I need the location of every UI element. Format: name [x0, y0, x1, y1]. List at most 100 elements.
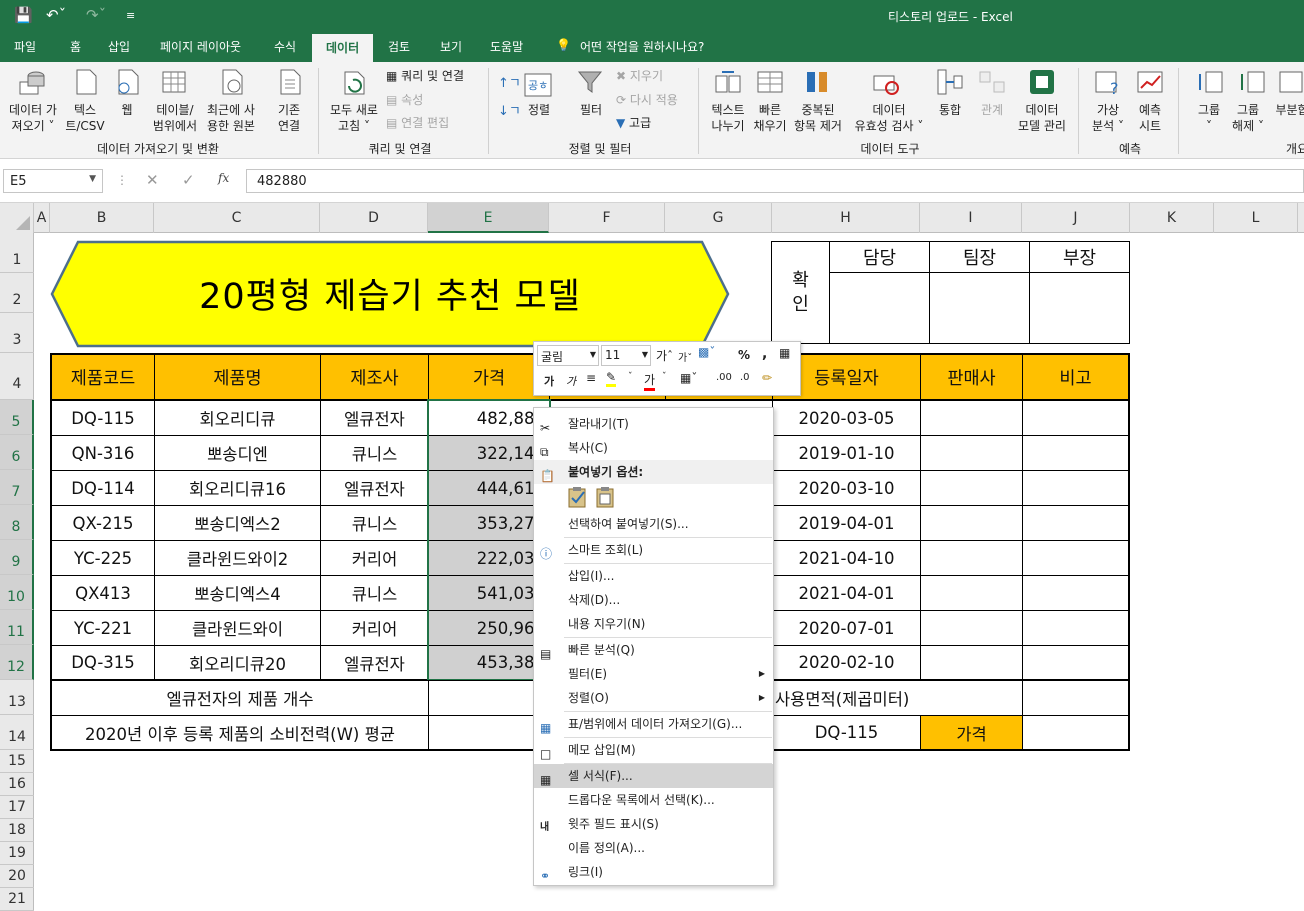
italic-icon[interactable]: 가 — [566, 373, 576, 389]
cell-seller[interactable] — [920, 575, 1023, 611]
redo-icon[interactable]: ↷ˇ — [86, 6, 106, 24]
recent-sources-button[interactable]: 최근에 사 용한 원본 — [202, 102, 260, 134]
remove-duplicates-button[interactable]: 중복된 항목 제거 — [792, 102, 844, 134]
tab-view[interactable]: 보기 — [440, 38, 462, 55]
chevron-down-icon[interactable]: ˇ — [662, 372, 667, 382]
column-header-b[interactable]: B — [50, 203, 154, 233]
column-header-c[interactable]: C — [154, 203, 320, 233]
menu-item-smart-lookup[interactable]: ⓘ 스마트 조회(L) — [534, 538, 773, 562]
cell-product-name[interactable]: 뽀송디엑스4 — [154, 575, 321, 611]
fill-color-icon[interactable]: ✎ — [606, 370, 617, 387]
refresh-all-button[interactable]: 모두 새로 고침 ˅ — [324, 102, 384, 134]
menu-item-get-data-from-table[interactable]: ▦ 표/범위에서 데이터 가져오기(G)... — [534, 712, 773, 736]
group-button[interactable]: 그룹 ˅ — [1192, 102, 1226, 134]
summary-area-value[interactable] — [1022, 680, 1130, 716]
tab-formulas[interactable]: 수식 — [274, 38, 296, 55]
menu-item-cut[interactable]: ✂ 잘라내기(T) — [534, 412, 773, 436]
flash-fill-button[interactable]: 빠른 채우기 — [750, 102, 790, 134]
menu-item-filter[interactable]: 필터(E) ▶ — [534, 662, 773, 686]
undo-icon[interactable]: ↶ˇ — [46, 6, 66, 24]
summary-area-label[interactable]: 사용면적(제곱미터) — [772, 680, 1023, 716]
cell-price[interactable]: 444,610 — [428, 470, 550, 506]
format-painter-icon[interactable]: ✏ — [762, 371, 772, 385]
cell-maker[interactable]: 엘큐전자 — [320, 400, 429, 436]
tab-data[interactable]: 데이터 — [312, 34, 374, 62]
select-all-button[interactable] — [0, 203, 34, 233]
row-header-3[interactable]: 3 — [0, 313, 34, 353]
cell-price[interactable]: 322,140 — [428, 435, 550, 471]
lookup-price-label[interactable]: 가격 — [920, 715, 1023, 751]
row-header-5[interactable]: 5 — [0, 400, 34, 435]
cell-seller[interactable] — [920, 400, 1023, 436]
tell-me-search[interactable]: 어떤 작업을 원하시나요? — [580, 38, 704, 55]
cell-product-code[interactable]: QN-316 — [50, 435, 155, 471]
menu-item-quick-analysis[interactable]: ▤ 빠른 분석(Q) — [534, 638, 773, 662]
cell-price-active[interactable]: 482,880 — [428, 400, 550, 436]
formula-input[interactable]: 482880 — [246, 169, 1304, 193]
header-price[interactable]: 가격 — [428, 353, 550, 401]
queries-connections-button[interactable]: ▦ 쿼리 및 연결 — [386, 68, 464, 84]
cell-product-code[interactable]: QX413 — [50, 575, 155, 611]
header-product-code[interactable]: 제품코드 — [50, 353, 155, 401]
cell-seller[interactable] — [920, 435, 1023, 471]
cell-price[interactable]: 353,270 — [428, 505, 550, 541]
cell-register-date[interactable]: 2020-03-10 — [772, 470, 921, 506]
sort-button[interactable]: 정렬 — [522, 102, 556, 118]
header-maker[interactable]: 제조사 — [320, 353, 429, 401]
cell-maker[interactable]: 엘큐전자 — [320, 470, 429, 506]
menu-item-copy[interactable]: ⧉ 복사(C) — [534, 436, 773, 460]
existing-connections-button[interactable]: 기존 연결 — [266, 102, 312, 134]
cell-product-name[interactable]: 뽀송디엔 — [154, 435, 321, 471]
cell-note[interactable] — [1022, 575, 1130, 611]
column-header-j[interactable]: J — [1022, 203, 1130, 233]
cell-maker[interactable]: 큐니스 — [320, 575, 429, 611]
cell-note[interactable] — [1022, 470, 1130, 506]
row-header-21[interactable]: 21 — [0, 888, 34, 911]
cell-product-name[interactable]: 클라윈드와이 — [154, 610, 321, 646]
row-header-4[interactable]: 4 — [0, 353, 34, 400]
column-header-g[interactable]: G — [665, 203, 772, 233]
subtotal-button[interactable]: 부분합 — [1272, 102, 1304, 118]
cell-maker[interactable]: 큐니스 — [320, 505, 429, 541]
cell-maker[interactable]: 엘큐전자 — [320, 645, 429, 681]
save-icon[interactable]: 💾 — [14, 6, 33, 24]
cell-product-code[interactable]: DQ-315 — [50, 645, 155, 681]
cancel-icon[interactable]: ✕ — [146, 171, 159, 189]
cell-register-date[interactable]: 2021-04-01 — [772, 575, 921, 611]
lookup-price-value[interactable] — [1022, 715, 1130, 751]
align-center-icon[interactable]: ≡ — [586, 371, 596, 385]
summary-label-count[interactable]: 엘큐전자의 제품 개수 — [50, 680, 429, 716]
increase-decimal-icon[interactable]: .00 — [716, 372, 732, 383]
tab-help[interactable]: 도움말 — [490, 38, 523, 55]
decrease-font-icon[interactable]: 가ˇ — [678, 349, 692, 364]
cell-maker[interactable]: 커리어 — [320, 540, 429, 576]
cell-note[interactable] — [1022, 505, 1130, 541]
paste-option-default-icon[interactable] — [594, 486, 618, 510]
column-header-k[interactable]: K — [1130, 203, 1214, 233]
tab-file[interactable]: 파일 — [14, 38, 36, 55]
cell-note[interactable] — [1022, 435, 1130, 471]
row-header-13[interactable]: 13 — [0, 680, 34, 715]
cell-price[interactable]: 541,030 — [428, 575, 550, 611]
increase-font-icon[interactable]: 가ˆ — [656, 347, 673, 364]
row-header-14[interactable]: 14 — [0, 715, 34, 750]
header-seller[interactable]: 판매사 — [920, 353, 1023, 401]
cell-seller[interactable] — [920, 540, 1023, 576]
enter-icon[interactable]: ✓ — [182, 171, 195, 189]
cell-note[interactable] — [1022, 400, 1130, 436]
row-header-9[interactable]: 9 — [0, 540, 34, 575]
column-header-a[interactable]: A — [34, 203, 50, 233]
clear-button[interactable]: ✖ 지우기 — [616, 68, 663, 84]
menu-item-clear-contents[interactable]: 내용 지우기(N) — [534, 612, 773, 636]
summary-label-avg[interactable]: 2020년 이후 등록 제품의 소비전력(W) 평균 — [50, 715, 429, 751]
text-to-columns-button[interactable]: 텍스트 나누기 — [706, 102, 750, 134]
cell-note[interactable] — [1022, 540, 1130, 576]
summary-count-value[interactable] — [428, 680, 550, 716]
row-header-20[interactable]: 20 — [0, 865, 34, 888]
relationships-button[interactable]: 관계 — [974, 102, 1010, 118]
row-header-8[interactable]: 8 — [0, 505, 34, 540]
approval-sign-cell[interactable] — [1029, 272, 1130, 344]
consolidate-button[interactable]: 통합 — [932, 102, 968, 118]
cell-product-code[interactable]: YC-221 — [50, 610, 155, 646]
tab-home[interactable]: 홈 — [70, 38, 81, 55]
